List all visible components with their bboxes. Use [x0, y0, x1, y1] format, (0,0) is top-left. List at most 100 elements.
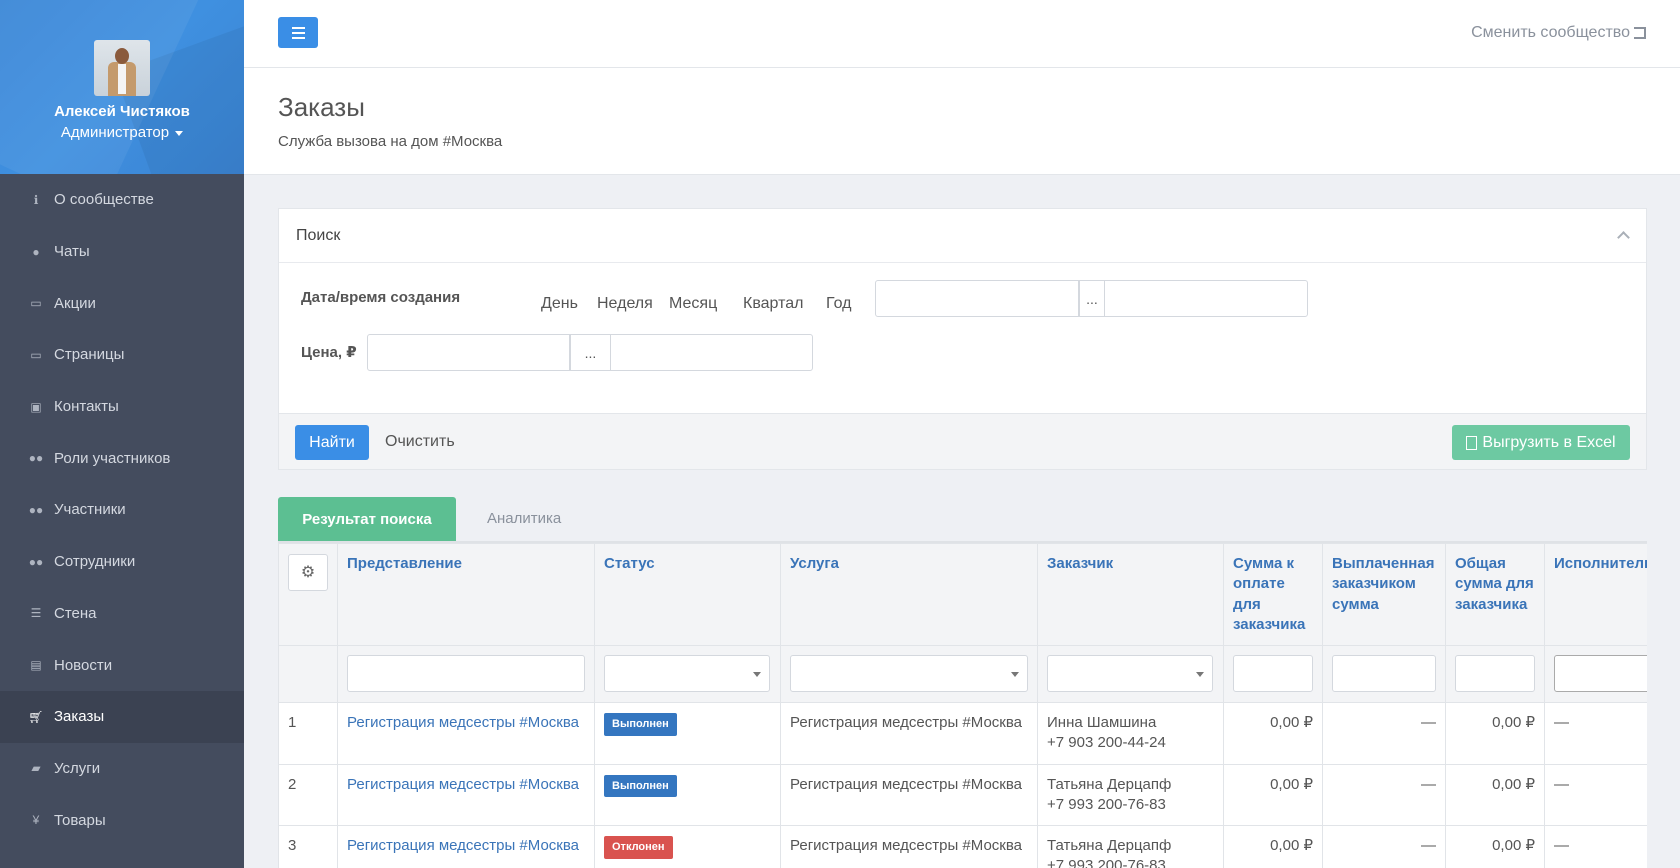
column-header-view[interactable]: Представление — [337, 543, 595, 646]
filter-total-amount-input[interactable] — [1455, 655, 1535, 692]
sidebar-item-about[interactable]: ℹ О сообществе — [0, 174, 244, 226]
column-header-executor[interactable]: Исполнитель — [1544, 543, 1647, 646]
sidebar-item-promotions[interactable]: ▭ Акции — [0, 277, 244, 329]
sidebar-item-member-roles[interactable]: ●● Роли участников — [0, 432, 244, 484]
page-title: Заказы — [278, 92, 365, 122]
column-header-status[interactable]: Статус — [594, 543, 781, 646]
customer-cell: Инна Шамшина +7 903 200-44-24 — [1037, 702, 1224, 765]
column-header-amount-paid[interactable]: Выплаченная заказчиком сумма — [1322, 543, 1446, 646]
column-header-total-amount[interactable]: Общая сумма для заказчика — [1445, 543, 1545, 646]
contact-card-icon: ▣ — [30, 399, 42, 414]
period-week[interactable]: Неделя — [597, 295, 653, 313]
customer-name: Инна Шамшина — [1047, 714, 1157, 731]
table-row[interactable]: 3 Регистрация медсестры #Москва Отклонен… — [278, 825, 1647, 868]
period-year[interactable]: Год — [826, 295, 851, 313]
switch-community-link[interactable]: Сменить сообщество — [1471, 24, 1646, 42]
page-subtitle: Служба вызова на дом #Москва — [278, 133, 503, 150]
total-amount-cell: 0,00 ₽ — [1445, 825, 1545, 868]
cutlery-icon: ¥ — [32, 813, 40, 828]
status-badge: Выполнен — [604, 774, 677, 798]
sidebar-item-label: Участники — [54, 501, 126, 519]
orders-table-container[interactable]: ⚙ Представление Статус Услуга Заказчик С… — [278, 541, 1647, 868]
sidebar: Алексей Чистяков Администратор ℹ О сообще… — [0, 0, 244, 868]
sidebar-item-label: Акции — [54, 294, 96, 312]
customer-name: Татьяна Дерцапф — [1047, 837, 1172, 854]
amount-paid-cell: — — [1322, 702, 1446, 765]
sidebar-item-products[interactable]: ¥ Товары — [0, 794, 244, 846]
column-header-customer[interactable]: Заказчик — [1037, 543, 1224, 646]
filter-customer-select[interactable] — [1047, 655, 1213, 692]
status-badge: Отклонен — [604, 836, 673, 859]
profile-role-dropdown[interactable]: Администратор — [0, 124, 244, 141]
price-to-input[interactable] — [610, 334, 813, 371]
period-day[interactable]: День — [541, 295, 578, 313]
sidebar-item-services[interactable]: ▰ Услуги — [0, 743, 244, 795]
price-from-input[interactable] — [367, 334, 570, 371]
clear-button[interactable]: Очистить — [385, 433, 455, 451]
chevron-up-icon[interactable] — [1617, 231, 1630, 244]
sidebar-item-wall[interactable]: ☰ Стена — [0, 588, 244, 640]
tab-search-results[interactable]: Результат поиска — [278, 497, 456, 541]
sidebar-item-label: Стена — [54, 604, 97, 622]
sidebar-item-news[interactable]: ▤ Новости — [0, 639, 244, 691]
sign-out-icon — [1634, 26, 1646, 39]
find-button[interactable]: Найти — [295, 425, 369, 460]
topbar: Сменить сообщество — [244, 0, 1680, 68]
sidebar-item-label: Контакты — [54, 398, 119, 416]
sidebar-item-label: Заказы — [54, 708, 105, 726]
sidebar-item-pages[interactable]: ▭ Страницы — [0, 329, 244, 381]
sidebar-item-contacts[interactable]: ▣ Контакты — [0, 381, 244, 433]
filter-view-input[interactable] — [347, 655, 585, 692]
service-cell: Регистрация медсестры #Москва — [780, 825, 1038, 868]
column-header-service[interactable]: Услуга — [780, 543, 1038, 646]
sidebar-item-chats[interactable]: ● Чаты — [0, 226, 244, 278]
file-icon: ▭ — [30, 296, 42, 311]
period-quarter[interactable]: Квартал — [743, 295, 803, 313]
sidebar-nav: ℹ О сообществе ● Чаты ▭ Акции ▭ Страницы ▣ Ко… — [0, 174, 244, 846]
sidebar-item-label: Услуги — [54, 759, 101, 777]
sidebar-item-employees[interactable]: ●● Сотрудники — [0, 536, 244, 588]
filter-executor-input[interactable] — [1554, 655, 1647, 692]
amount-paid-cell: — — [1322, 763, 1446, 826]
amount-to-pay-cell: 0,00 ₽ — [1223, 825, 1323, 868]
info-icon: ℹ — [33, 192, 39, 207]
order-view-link[interactable]: Регистрация медсестры #Москва — [347, 776, 579, 793]
filter-amount-to-pay-input[interactable] — [1233, 655, 1313, 692]
filter-amount-paid-input[interactable] — [1332, 655, 1436, 692]
customer-cell: Татьяна Дерцапф +7 993 200-76-83 — [1037, 763, 1224, 826]
customer-phone: +7 903 200-44-24 — [1047, 734, 1166, 752]
order-view-link[interactable]: Регистрация медсестры #Москва — [347, 837, 579, 854]
table-row[interactable]: 1 Регистрация медсестры #Москва Выполнен… — [278, 702, 1647, 765]
newspaper-icon: ▤ — [30, 658, 42, 673]
table-row[interactable]: 2 Регистрация медсестры #Москва Выполнен… — [278, 763, 1647, 826]
search-panel-footer: Найти Очистить Выгрузить в Excel — [279, 413, 1646, 469]
row-number: 2 — [278, 763, 338, 826]
gear-icon[interactable]: ⚙ — [288, 554, 328, 591]
executor-cell: — — [1544, 825, 1647, 868]
export-excel-button[interactable]: Выгрузить в Excel — [1452, 425, 1630, 460]
filter-service-select[interactable] — [790, 655, 1028, 692]
date-to-input[interactable] — [1104, 280, 1308, 317]
date-from-input[interactable] — [875, 280, 1079, 317]
tab-analytics[interactable]: Аналитика — [487, 510, 561, 527]
settings-column-header: ⚙ — [278, 543, 338, 646]
order-view-link[interactable]: Регистрация медсестры #Москва — [347, 714, 579, 731]
amount-to-pay-cell: 0,00 ₽ — [1223, 702, 1323, 765]
main-area: Сменить сообщество Заказы Служба вызова … — [244, 0, 1680, 868]
search-panel: Поиск Дата/время создания День Неделя Ме… — [278, 208, 1647, 470]
total-amount-cell: 0,00 ₽ — [1445, 702, 1545, 765]
image-file-icon: ▭ — [30, 347, 42, 362]
filter-status-select[interactable] — [604, 655, 770, 692]
period-month[interactable]: Месяц — [669, 295, 717, 313]
search-panel-header[interactable]: Поиск — [279, 209, 1646, 263]
sidebar-item-members[interactable]: ●● Участники — [0, 484, 244, 536]
table-filter-row — [278, 645, 1647, 703]
total-amount-cell: 0,00 ₽ — [1445, 763, 1545, 826]
excel-file-icon — [1466, 435, 1478, 450]
search-panel-title: Поиск — [296, 226, 341, 244]
sidebar-item-orders[interactable]: 🛒︎ Заказы — [0, 690, 244, 743]
menu-toggle-button[interactable] — [278, 17, 318, 48]
avatar[interactable] — [94, 40, 150, 96]
column-header-amount-to-pay[interactable]: Сумма к оплате для заказчика — [1223, 543, 1323, 646]
date-created-label: Дата/время создания — [301, 289, 461, 306]
